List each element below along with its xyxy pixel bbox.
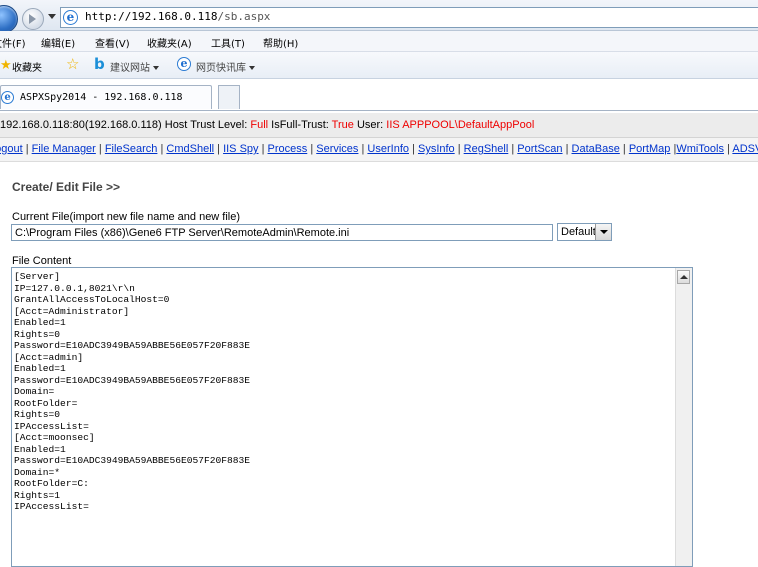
menu-help[interactable]: 帮助(H) xyxy=(263,35,298,50)
web-slice-gallery-link[interactable]: 网页快讯库 xyxy=(196,59,255,74)
file-content-textarea[interactable]: [Server] IP=127.0.0.1,8021\r\n GrantAllA… xyxy=(11,267,693,567)
nav-separator: | xyxy=(565,143,569,155)
nav-database[interactable]: DataBase xyxy=(572,143,620,155)
caret-down-icon xyxy=(249,66,255,70)
page-title: Create/ Edit File >> xyxy=(12,180,121,194)
menu-edit[interactable]: 编辑(E) xyxy=(41,35,75,50)
address-bar: e http://192.168.0.118/sb.aspx xyxy=(0,0,758,33)
nav-iis-spy[interactable]: IIS Spy xyxy=(223,143,258,155)
favorites-bar: ★ 收藏夹 ☆ b 建议网站 e 网页快讯库 xyxy=(0,52,758,79)
ie-page-icon: e xyxy=(63,10,78,25)
back-button[interactable] xyxy=(0,5,18,33)
caret-down-icon xyxy=(153,66,159,70)
current-file-label: Current File(import new file name and ne… xyxy=(12,211,241,223)
current-file-input[interactable] xyxy=(11,224,553,241)
nav-user-info[interactable]: UserInfo xyxy=(367,143,409,155)
new-tab-button[interactable] xyxy=(218,85,240,109)
nav-services[interactable]: Services xyxy=(316,143,358,155)
nav-wmi-tools[interactable]: WmiTools xyxy=(676,143,724,155)
trust-level-label: Host Trust Level: xyxy=(164,119,248,131)
browser-tab[interactable]: e ASPXSpy2014 - 192.168.0.118 xyxy=(0,85,212,109)
vertical-scrollbar[interactable] xyxy=(675,268,692,566)
nav-process[interactable]: Process xyxy=(268,143,308,155)
nav-separator: | xyxy=(412,143,415,155)
server-info-bar: 192.168.0.118:80(192.168.0.118) Host Tru… xyxy=(0,113,758,138)
web-slice-gallery-label: 网页快讯库 xyxy=(196,63,246,74)
nav-port-scan[interactable]: PortScan xyxy=(517,143,562,155)
nav-separator: | xyxy=(160,143,164,155)
nav-ads-viewer[interactable]: ADSViewer xyxy=(732,143,758,155)
nav-separator: | xyxy=(217,143,220,155)
suggested-sites-link[interactable]: 建议网站 xyxy=(110,59,159,74)
nav-separator: | xyxy=(511,143,515,155)
user-value: IIS APPPOOL\DefaultAppPool xyxy=(386,119,535,131)
menu-tools[interactable]: 工具(T) xyxy=(211,35,245,50)
nav-separator: | xyxy=(622,143,626,155)
nav-separator: | xyxy=(310,143,314,155)
url-text[interactable]: http://192.168.0.118/sb.aspx xyxy=(85,10,270,23)
nav-sys-info[interactable]: SysInfo xyxy=(418,143,455,155)
menu-view[interactable]: 查看(V) xyxy=(95,35,130,50)
dropdown-arrow-icon[interactable] xyxy=(595,224,611,240)
nav-separator: | xyxy=(457,143,461,155)
url-host: http://192.168.0.118 xyxy=(85,10,218,23)
favorites-star-icon: ★ xyxy=(0,57,12,72)
nav-port-map[interactable]: PortMap xyxy=(629,143,671,155)
nav-separator: | xyxy=(98,143,102,155)
nav-logout[interactable]: Logout xyxy=(0,143,23,155)
nav-cmd-shell[interactable]: CmdShell xyxy=(166,143,214,155)
suggested-sites-label: 建议网站 xyxy=(110,63,150,74)
forward-button[interactable] xyxy=(22,8,44,30)
url-field[interactable]: e http://192.168.0.118/sb.aspx xyxy=(60,7,758,28)
tab-favicon-icon: e xyxy=(1,91,14,104)
nav-file-manager[interactable]: File Manager xyxy=(32,143,96,155)
tool-nav: Logout | File Manager | FileSearch | Cmd… xyxy=(0,138,758,162)
history-dropdown-icon[interactable] xyxy=(48,14,56,19)
favorites-button[interactable]: 收藏夹 xyxy=(12,59,42,74)
file-content-label: File Content xyxy=(12,255,72,267)
nav-separator: | xyxy=(361,143,365,155)
tab-title: ASPXSpy2014 - 192.168.0.118 xyxy=(20,92,183,103)
nav-reg-shell[interactable]: RegShell xyxy=(464,143,509,155)
trust-level-value: Full xyxy=(250,119,269,131)
menu-favorites[interactable]: 收藏夹(A) xyxy=(147,35,192,50)
full-trust-value: True xyxy=(331,119,354,131)
add-favorite-icon[interactable]: ☆ xyxy=(66,56,83,73)
full-trust-label: IsFull-Trust: xyxy=(271,119,329,131)
scroll-up-icon[interactable] xyxy=(677,270,690,284)
url-path: /sb.aspx xyxy=(217,10,271,23)
file-content-text[interactable]: [Server] IP=127.0.0.1,8021\r\n GrantAllA… xyxy=(14,271,250,513)
nav-separator: | xyxy=(25,143,29,155)
bing-icon: b xyxy=(94,55,105,73)
nav-separator: | xyxy=(261,143,265,155)
encoding-value: Default xyxy=(561,226,596,238)
user-label: User: xyxy=(356,119,384,131)
web-slice-icon: e xyxy=(177,57,191,71)
menu-file[interactable]: 文件(F) xyxy=(0,35,26,50)
tab-strip: e ASPXSpy2014 - 192.168.0.118 xyxy=(0,79,758,111)
menu-bar: 文件(F) 编辑(E) 查看(V) 收藏夹(A) 工具(T) 帮助(H) xyxy=(0,31,758,52)
nav-file-search[interactable]: FileSearch xyxy=(105,143,158,155)
nav-separator: | xyxy=(727,143,730,155)
host-address: 192.168.0.118:80(192.168.0.118) xyxy=(0,119,162,131)
encoding-select[interactable]: Default xyxy=(557,223,612,241)
